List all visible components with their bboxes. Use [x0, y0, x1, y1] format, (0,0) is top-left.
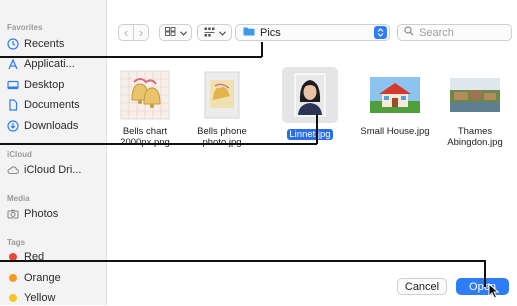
sidebar-item-documents[interactable]: Documents — [7, 97, 80, 113]
sidebar-item-label: Photos — [24, 208, 59, 220]
folder-name: Pics — [260, 26, 281, 39]
search-field[interactable]: Search — [397, 24, 512, 41]
chevron-left-icon: ‹ — [123, 25, 129, 40]
file-name-highlight: Linnet.jpg — [287, 129, 333, 140]
annotation-line — [316, 114, 318, 144]
file-thumbnail-selected — [282, 67, 338, 123]
sidebar-item-recents[interactable]: Recents — [7, 36, 64, 52]
desktop-icon — [7, 79, 19, 91]
clock-icon — [7, 38, 19, 50]
cloud-icon — [7, 164, 19, 176]
sidebar-item-label: Orange — [24, 272, 61, 284]
annotation-line — [261, 42, 263, 57]
sidebar-item-label: Downloads — [24, 120, 79, 132]
file-name: Small House.jpg — [360, 126, 430, 137]
camera-icon — [7, 208, 19, 220]
file-name: Thames Abingdon.jpg — [447, 126, 503, 148]
annotation-line — [0, 143, 317, 145]
orange-tag-dot-icon — [9, 274, 17, 282]
icon-grid-icon — [164, 27, 176, 38]
annotation-line — [0, 56, 262, 58]
chevron-right-icon: › — [138, 25, 144, 40]
grouping-icon — [204, 27, 215, 39]
download-icon — [7, 120, 19, 132]
document-icon — [7, 99, 19, 111]
cancel-button[interactable]: Cancel — [397, 278, 447, 295]
file-thumbnail — [120, 70, 170, 120]
file-thumbnail — [370, 70, 420, 120]
chevron-down-icon — [179, 28, 187, 38]
tags-header: Tags — [7, 238, 26, 247]
sidebar-item-label: iCloud Dri... — [24, 164, 82, 176]
sidebar-item-icloud-drive[interactable]: iCloud Dri... — [7, 162, 81, 178]
group-button[interactable] — [197, 24, 232, 41]
sidebar-item-label: Desktop — [24, 79, 65, 91]
chevron-down-icon — [218, 28, 226, 38]
favorites-header: Favorites — [7, 23, 43, 32]
annotation-line — [484, 260, 486, 287]
search-placeholder: Search — [419, 26, 454, 39]
sidebar-item-photos[interactable]: Photos — [7, 206, 58, 222]
folder-path-popup[interactable]: Pics — [235, 24, 390, 41]
annotation-line — [0, 260, 485, 262]
file-name: Bells chart 2000px.png — [120, 126, 170, 148]
open-button[interactable]: Open — [456, 278, 509, 295]
sidebar-tag-yellow[interactable]: Yellow — [7, 290, 55, 306]
mouse-pointer-icon — [488, 283, 500, 299]
icloud-header: iCloud — [7, 150, 32, 159]
file-item[interactable]: Bells chart 2000px.png — [105, 70, 185, 148]
updown-arrows-icon — [374, 26, 387, 39]
sidebar-item-label: Documents — [24, 99, 80, 111]
sidebar-item-label: Yellow — [24, 292, 56, 304]
folder-icon — [243, 26, 255, 39]
sidebar-item-desktop[interactable]: Desktop — [7, 77, 64, 93]
media-header: Media — [7, 194, 30, 203]
file-item[interactable]: Thames Abingdon.jpg — [435, 70, 515, 148]
file-name: Linnet.jpg — [270, 129, 350, 140]
sidebar-item-label: Recents — [24, 38, 65, 50]
sidebar-item-downloads[interactable]: Downloads — [7, 118, 78, 134]
file-item-selected[interactable]: Linnet.jpg — [270, 67, 350, 140]
sidebar-tag-red[interactable]: Red — [7, 249, 44, 265]
search-icon — [404, 26, 414, 39]
file-item[interactable]: Small House.jpg — [355, 70, 435, 137]
view-mode-button[interactable] — [159, 24, 192, 41]
file-name: Bells phone photo.jpg — [197, 126, 247, 148]
yellow-tag-dot-icon — [9, 294, 17, 302]
sidebar-item-applications[interactable]: Applicati... — [7, 56, 75, 72]
file-item[interactable]: Bells phone photo.jpg — [182, 70, 262, 148]
file-thumbnail — [450, 70, 500, 120]
back-button[interactable]: ‹ — [118, 24, 134, 41]
file-thumbnail — [197, 70, 247, 120]
sidebar-item-label: Applicati... — [24, 58, 75, 70]
applications-icon — [7, 58, 19, 70]
forward-button[interactable]: › — [133, 24, 149, 41]
sidebar-tag-orange[interactable]: Orange — [7, 270, 61, 286]
